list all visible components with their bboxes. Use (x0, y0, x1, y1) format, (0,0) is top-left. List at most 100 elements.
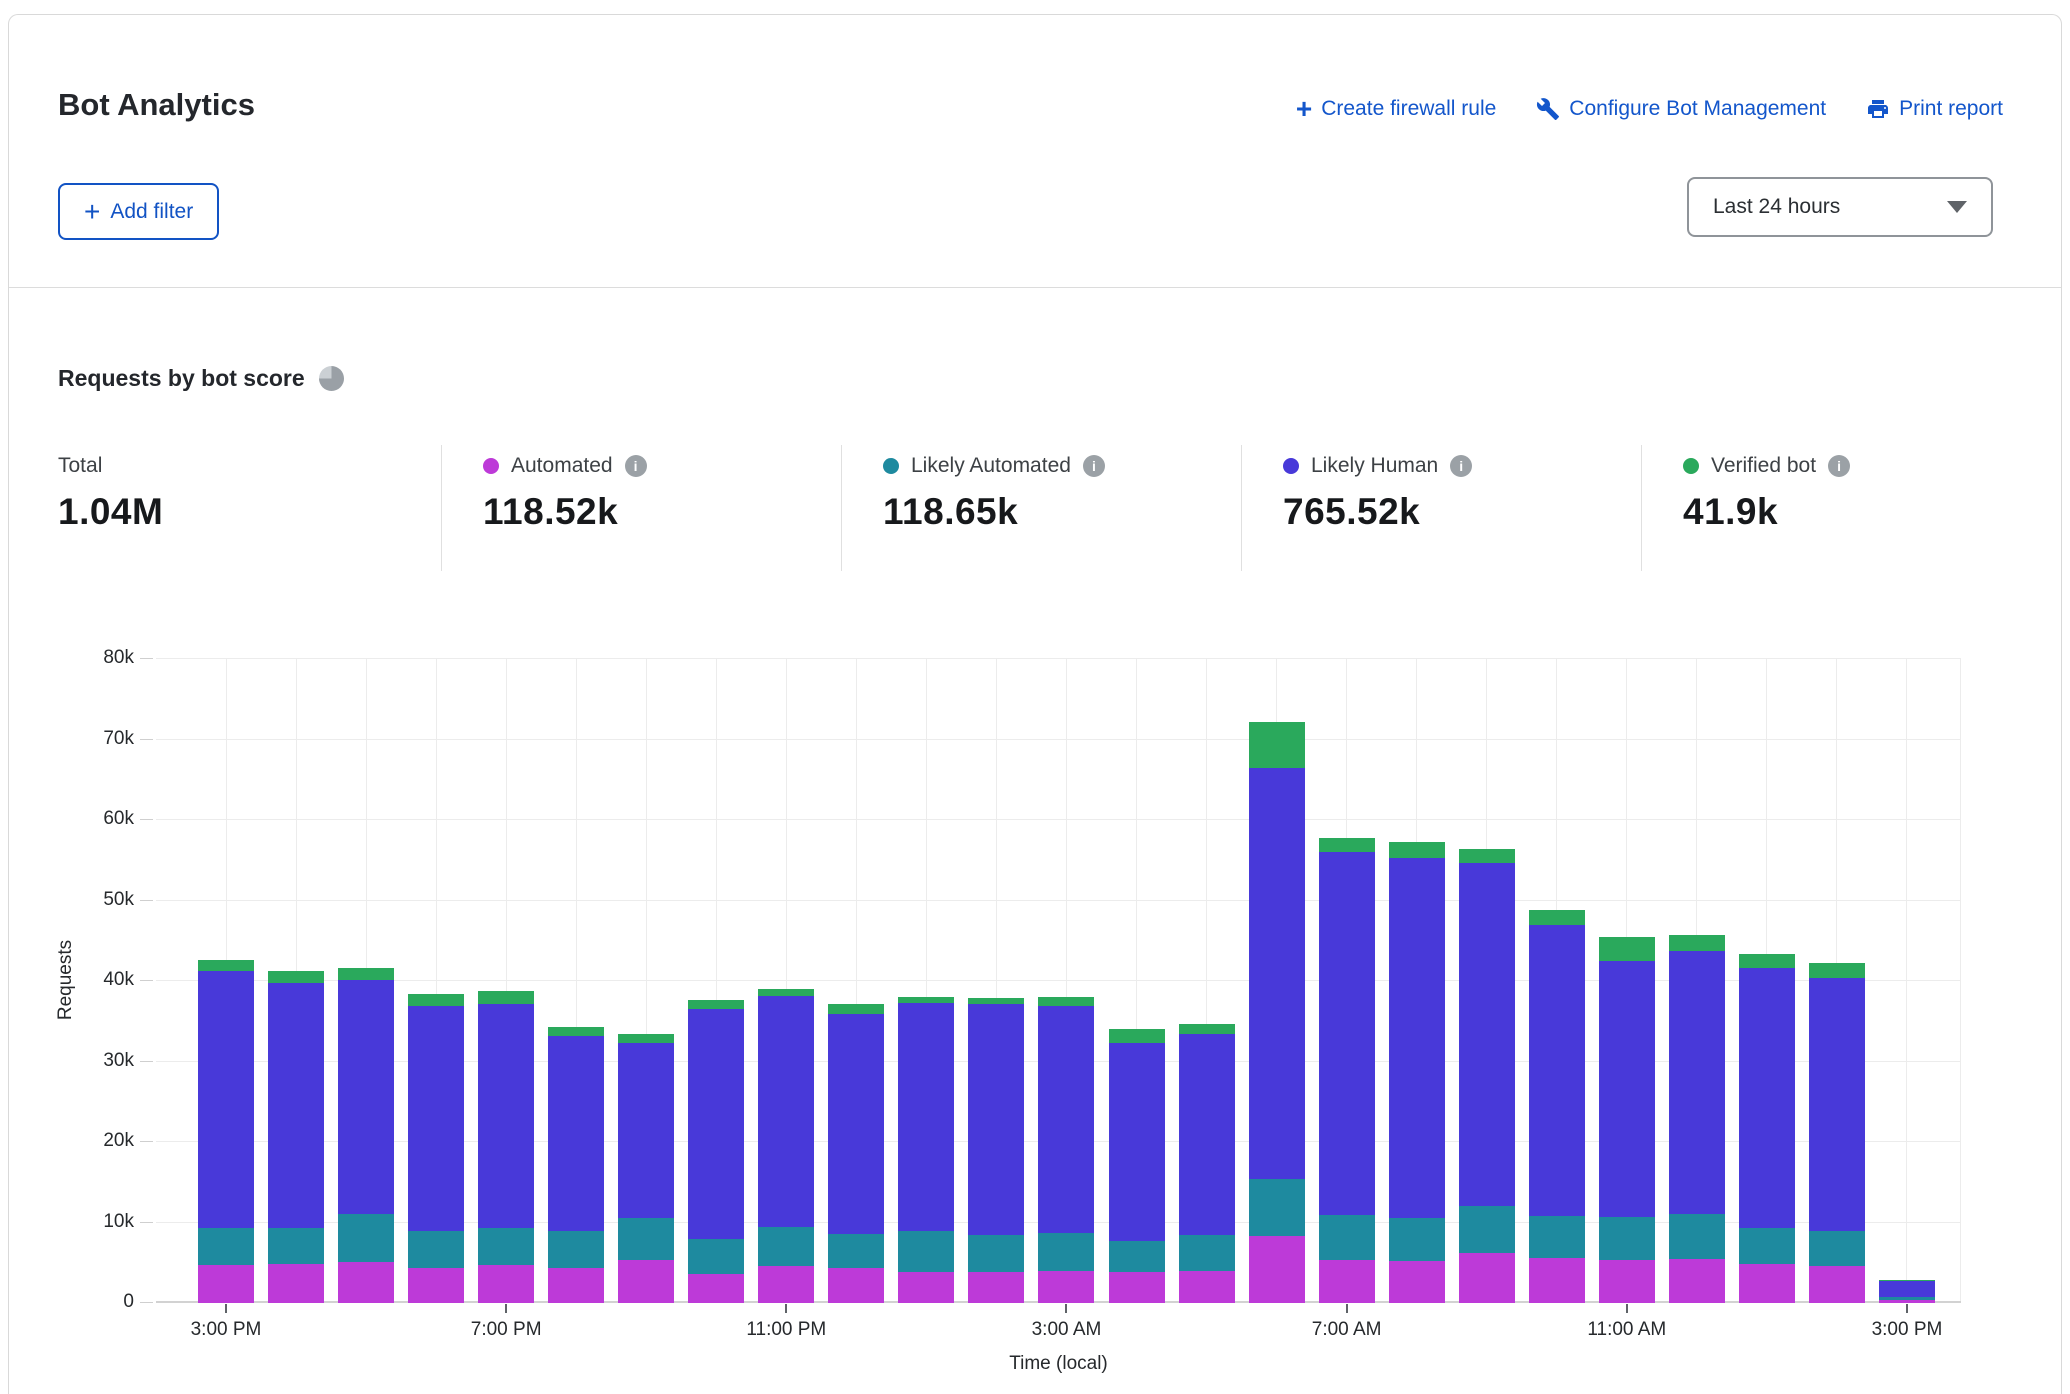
bar-segment-automated[interactable] (618, 1260, 674, 1303)
bar-segment-likely-automated[interactable] (688, 1239, 744, 1274)
bar-segment-likely-human[interactable] (1179, 1034, 1235, 1234)
bar-100pm[interactable] (1739, 954, 1795, 1303)
bar-segment-likely-automated[interactable] (1809, 1231, 1865, 1266)
bar-segment-likely-human[interactable] (1529, 925, 1585, 1216)
bar-segment-likely-human[interactable] (1109, 1043, 1165, 1241)
bar-segment-verified-bot[interactable] (408, 994, 464, 1006)
bar-segment-likely-automated[interactable] (828, 1234, 884, 1268)
bar-segment-likely-automated[interactable] (1599, 1217, 1655, 1260)
bar-segment-verified-bot[interactable] (1389, 842, 1445, 858)
bar-segment-verified-bot[interactable] (1249, 722, 1305, 768)
bar-segment-likely-automated[interactable] (898, 1231, 954, 1271)
bar-segment-automated[interactable] (1109, 1272, 1165, 1303)
info-icon[interactable]: i (1450, 455, 1472, 477)
bar-700am[interactable] (1319, 838, 1375, 1303)
bar-segment-automated[interactable] (198, 1265, 254, 1303)
time-range-select[interactable]: Last 24 hours (1687, 177, 1993, 237)
bar-segment-likely-human[interactable] (1599, 961, 1655, 1217)
bar-segment-likely-automated[interactable] (1319, 1215, 1375, 1260)
bar-segment-verified-bot[interactable] (1038, 997, 1094, 1006)
bar-segment-verified-bot[interactable] (758, 989, 814, 996)
bar-segment-likely-automated[interactable] (1109, 1241, 1165, 1272)
bar-segment-likely-human[interactable] (478, 1004, 534, 1229)
bar-segment-verified-bot[interactable] (618, 1034, 674, 1043)
bar-segment-verified-bot[interactable] (338, 968, 394, 980)
bar-segment-automated[interactable] (688, 1274, 744, 1303)
bar-segment-verified-bot[interactable] (1669, 935, 1725, 951)
bar-segment-likely-automated[interactable] (618, 1218, 674, 1260)
bar-segment-likely-human[interactable] (688, 1009, 744, 1239)
bar-segment-likely-automated[interactable] (548, 1231, 604, 1268)
bar-segment-verified-bot[interactable] (828, 1004, 884, 1014)
bar-segment-likely-human[interactable] (968, 1004, 1024, 1235)
bar-segment-likely-automated[interactable] (758, 1227, 814, 1266)
bar-segment-likely-human[interactable] (268, 983, 324, 1229)
bar-segment-automated[interactable] (1739, 1264, 1795, 1303)
bar-segment-verified-bot[interactable] (1459, 849, 1515, 863)
bar-200pm[interactable] (1809, 962, 1865, 1303)
bar-1000pm[interactable] (688, 1000, 744, 1303)
configure-bot-management-link[interactable]: Configure Bot Management (1536, 97, 1826, 121)
bar-800am[interactable] (1389, 842, 1445, 1303)
bar-1100am[interactable] (1599, 937, 1655, 1303)
bar-segment-verified-bot[interactable] (198, 960, 254, 970)
bar-segment-likely-human[interactable] (828, 1014, 884, 1234)
bar-segment-verified-bot[interactable] (548, 1027, 604, 1036)
bar-1200am[interactable] (828, 1004, 884, 1303)
bar-segment-likely-automated[interactable] (1179, 1235, 1235, 1271)
bar-segment-verified-bot[interactable] (1599, 937, 1655, 961)
bar-segment-automated[interactable] (968, 1272, 1024, 1303)
bar-segment-likely-automated[interactable] (968, 1235, 1024, 1272)
bar-segment-likely-human[interactable] (1879, 1281, 1935, 1296)
bar-segment-likely-automated[interactable] (1038, 1233, 1094, 1271)
bar-400pm[interactable] (268, 971, 324, 1303)
bar-800pm[interactable] (548, 1027, 604, 1303)
bar-segment-likely-automated[interactable] (408, 1231, 464, 1268)
bar-segment-verified-bot[interactable] (1809, 963, 1865, 978)
bar-segment-automated[interactable] (758, 1266, 814, 1303)
bar-segment-likely-human[interactable] (1739, 968, 1795, 1228)
bar-segment-likely-human[interactable] (408, 1006, 464, 1231)
bar-segment-automated[interactable] (408, 1268, 464, 1303)
bar-segment-likely-automated[interactable] (268, 1228, 324, 1264)
bar-segment-automated[interactable] (828, 1268, 884, 1303)
bar-300pm[interactable] (198, 960, 254, 1303)
bar-segment-automated[interactable] (548, 1268, 604, 1303)
bar-400am[interactable] (1109, 1028, 1165, 1303)
info-icon[interactable]: i (1828, 455, 1850, 477)
bar-segment-likely-automated[interactable] (1669, 1214, 1725, 1258)
bar-segment-verified-bot[interactable] (1319, 838, 1375, 852)
bar-segment-likely-automated[interactable] (338, 1214, 394, 1261)
bar-segment-verified-bot[interactable] (478, 991, 534, 1003)
info-icon[interactable]: i (1083, 455, 1105, 477)
bar-segment-verified-bot[interactable] (268, 971, 324, 982)
bar-segment-likely-human[interactable] (1389, 858, 1445, 1219)
bar-segment-automated[interactable] (898, 1272, 954, 1303)
bar-300pm[interactable] (1879, 1280, 1935, 1303)
bar-1000am[interactable] (1529, 910, 1585, 1303)
bar-segment-likely-human[interactable] (758, 996, 814, 1227)
bar-600am[interactable] (1249, 722, 1305, 1303)
bar-segment-verified-bot[interactable] (688, 1000, 744, 1009)
bar-900am[interactable] (1459, 849, 1515, 1303)
bar-segment-likely-automated[interactable] (478, 1228, 534, 1265)
bar-segment-verified-bot[interactable] (1109, 1029, 1165, 1043)
bar-900pm[interactable] (618, 1034, 674, 1303)
bar-segment-verified-bot[interactable] (1739, 954, 1795, 968)
bar-700pm[interactable] (478, 991, 534, 1303)
bar-segment-automated[interactable] (478, 1265, 534, 1303)
bar-segment-automated[interactable] (1809, 1266, 1865, 1303)
bar-segment-likely-human[interactable] (1249, 768, 1305, 1179)
bar-segment-likely-human[interactable] (548, 1036, 604, 1231)
bar-500pm[interactable] (338, 968, 394, 1303)
bar-segment-likely-human[interactable] (898, 1003, 954, 1232)
bar-segment-likely-human[interactable] (198, 971, 254, 1229)
bar-segment-likely-human[interactable] (1319, 852, 1375, 1215)
bar-segment-automated[interactable] (1038, 1271, 1094, 1303)
bar-segment-likely-automated[interactable] (1529, 1216, 1585, 1258)
bar-segment-likely-human[interactable] (338, 980, 394, 1214)
bar-segment-likely-human[interactable] (1459, 863, 1515, 1205)
bar-segment-automated[interactable] (1249, 1236, 1305, 1303)
bar-segment-likely-human[interactable] (618, 1043, 674, 1218)
bar-1100pm[interactable] (758, 989, 814, 1303)
